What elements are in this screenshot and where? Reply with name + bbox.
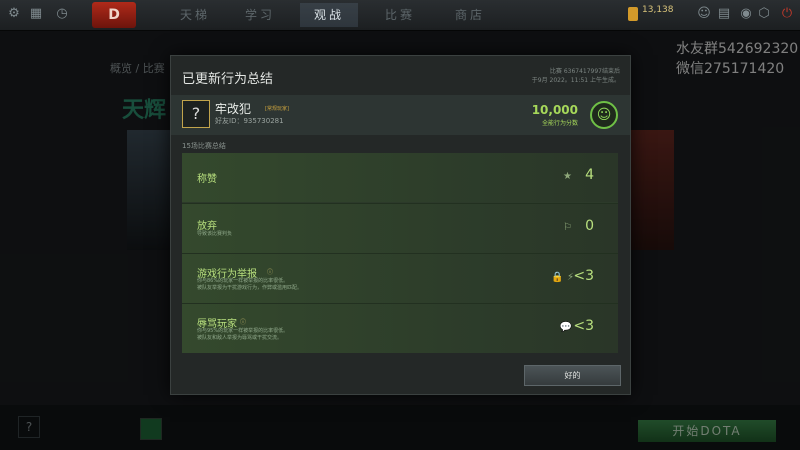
flag-icon: ⚐	[563, 222, 572, 233]
info-icon[interactable]: ⓘ	[240, 317, 246, 326]
match-info-line1: 比赛 6367417997结束后	[549, 68, 620, 75]
dota-logo-button[interactable]: D	[92, 2, 136, 28]
notification-icon[interactable]: ◉	[738, 6, 754, 22]
lock-icon: 🔒 ⚡	[551, 272, 574, 283]
tab-store[interactable]: 商店	[455, 6, 485, 24]
player-profile: ? 牢改犯 [常规玩家] 好友ID：935730281 10,000 全能行为分…	[171, 95, 630, 135]
currency-value: 13,138	[642, 5, 674, 15]
match-info: 比赛 6367417997结束后 于9月 2022。11:51 上午生成。	[480, 67, 620, 85]
clock-icon[interactable]: ◷	[54, 6, 70, 22]
row-description: 导致该比赛判负	[197, 231, 233, 237]
list-item-abandons: 放弃 导致该比赛判负 ⚐ 0	[182, 204, 618, 253]
summary-label: 15场比赛总结	[182, 142, 226, 150]
list-item-commends: 称赞 ★ 4	[182, 153, 618, 202]
row-value: <3	[573, 318, 594, 334]
behavior-summary-dialog: 已更新行为总结 比赛 6367417997结束后 于9月 2022。11:51 …	[170, 55, 631, 395]
behavior-score-label: 全能行为分数	[541, 120, 578, 127]
ok-button[interactable]: 好的	[524, 365, 621, 386]
tab-learn[interactable]: 学习	[245, 6, 275, 24]
star-icon: ★	[563, 171, 572, 182]
row-title: 放弃	[197, 221, 217, 232]
list-item-behavior-reports: 游戏行为举报 ⓘ 你与86%的玩家一样被举报的比率很低。 被队友举报为干扰游戏行…	[182, 254, 618, 303]
player-name: 牢改犯	[215, 102, 252, 116]
row-value: <3	[573, 268, 594, 284]
tab-matches[interactable]: 比赛	[385, 6, 415, 24]
smiley-face-icon: ☺	[590, 101, 618, 129]
friend-id: 好友ID：935730281	[215, 116, 284, 126]
friends-icon[interactable]: ☺	[696, 6, 712, 22]
top-navigation-bar: ⚙ ▦ ◷ D 天梯 学习 观战 比赛 商店 13,138 ☺ ▤ ◉ ⬡ ⏻	[0, 0, 800, 31]
friend-id-value: 935730281	[243, 117, 284, 125]
chat-icon[interactable]: ▤	[716, 6, 732, 22]
tab-ladder[interactable]: 天梯	[180, 6, 210, 24]
grid-icon[interactable]: ▦	[28, 6, 44, 22]
currency-icon	[628, 7, 638, 21]
dialog-title: 已更新行为总结	[182, 72, 274, 87]
tab-watch[interactable]: 观战	[300, 3, 359, 27]
behavior-score: 10,000	[531, 103, 578, 117]
match-info-line2: 于9月 2022。11:51 上午生成。	[531, 77, 620, 84]
chat-bubble-icon: 💬	[559, 322, 572, 333]
row-description-line1: 你与95%的玩家一样被举报的比率很低。	[197, 328, 289, 334]
settings-icon[interactable]: ⚙	[6, 6, 22, 22]
row-title: 称赞	[197, 174, 217, 185]
avatar[interactable]: ?	[182, 100, 210, 128]
row-value: 4	[585, 167, 594, 183]
shield-icon[interactable]: ⬡	[756, 6, 772, 22]
row-value: 0	[585, 218, 594, 234]
row-description-line1: 你与86%的玩家一样被举报的比率很低。	[197, 278, 289, 284]
friend-id-label: 好友ID：	[215, 117, 244, 125]
row-description-line2: 被队友和敌人举报为辱骂或干扰交流。	[197, 335, 283, 341]
player-tag: [常规玩家]	[265, 106, 289, 112]
list-item-comms-reports: 辱骂玩家 ⓘ 你与95%的玩家一样被举报的比率很低。 被队友和敌人举报为辱骂或干…	[182, 304, 618, 353]
info-icon[interactable]: ⓘ	[267, 267, 273, 276]
row-description-line2: 被队友举报为干扰游戏行为，作弊或滥用匹配。	[197, 285, 303, 291]
summary-list: 称赞 ★ 4 放弃 导致该比赛判负 ⚐ 0 游戏行为举报 ⓘ 你与86%的玩家一…	[182, 153, 618, 353]
power-icon[interactable]: ⏻	[779, 6, 795, 22]
